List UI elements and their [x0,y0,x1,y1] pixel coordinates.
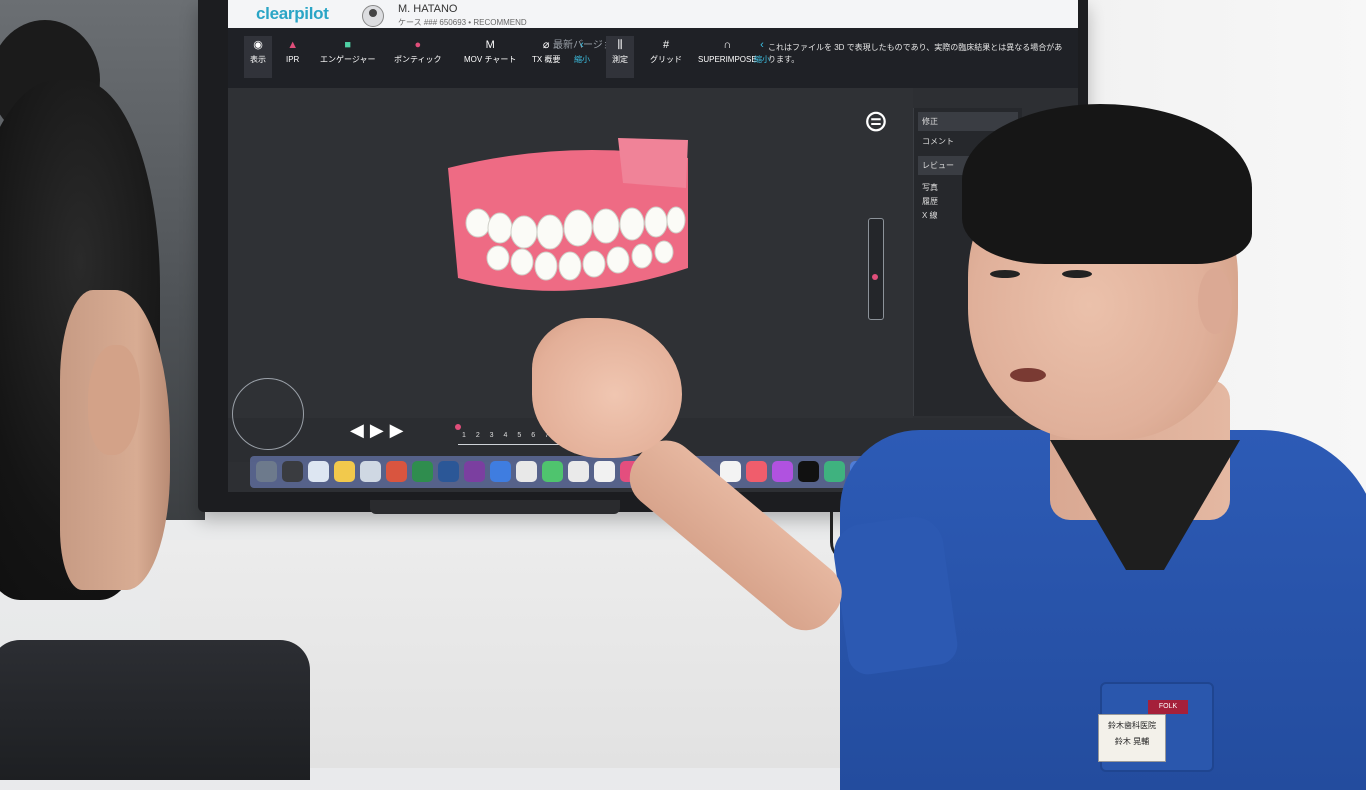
square-icon: ■ [344,39,352,51]
messages-icon[interactable] [568,461,589,482]
doctor-sleeve [830,513,960,677]
ruler-icon: ⫼ [617,39,623,51]
facetime-icon[interactable] [542,461,563,482]
zoom-knob[interactable] [872,274,878,280]
chrome-icon[interactable] [334,461,355,482]
podcasts-icon[interactable] [772,461,793,482]
preview-icon[interactable] [516,461,537,482]
zoom-icon[interactable] [490,461,511,482]
launchpad-icon[interactable] [282,461,303,482]
word-icon[interactable] [438,461,459,482]
tooth-icon: ● [414,39,422,51]
excel-icon[interactable] [412,461,433,482]
tool-label: SUPERIMPOSE [698,55,757,64]
tool-display[interactable]: ◉ 表示 [244,36,272,78]
scrubber-knob[interactable] [455,424,461,430]
tool-pontic[interactable]: ● ポンティック [394,40,442,74]
arch-icon: ∩ [723,39,732,51]
tool-label: MOV チャート [464,55,517,64]
finder-icon[interactable] [256,461,277,482]
arch-selector-icon[interactable] [232,378,304,450]
powerpoint-icon[interactable] [386,461,407,482]
onenote-icon[interactable] [464,461,485,482]
tool-label: 表示 [250,55,266,64]
tool-label: TX 概要 [532,55,561,64]
music-icon[interactable] [746,461,767,482]
observer-ear [88,345,140,455]
panel-comment[interactable]: コメント [922,136,954,147]
appletv-icon[interactable] [798,461,819,482]
tool-label: ポンティック [394,55,442,64]
triangle-icon: ▲ [287,39,299,51]
monitor-bezel-bottom [370,500,620,514]
playback-controls[interactable]: ◀▶▶ [350,420,410,441]
grid-icon: # [662,39,670,51]
tool-measure[interactable]: ⫼ 測定 [606,36,634,78]
panel-photo[interactable]: 写真 [922,182,938,193]
tool-grid[interactable]: # グリッド [650,40,682,74]
name-badge: 鈴木歯科医院 鈴木 晃輔 [1098,714,1166,762]
tool-label: グリッド [650,55,682,64]
tool-superimpose[interactable]: ∩ SUPERIMPOSE [698,40,757,74]
clip-icon: ⌀ [542,39,550,51]
doctor-eye [1062,270,1092,278]
app-header: clearpilot M. HATANO ケース ### 650693 • RE… [228,0,1078,29]
numbers-icon[interactable] [824,461,845,482]
tool-label: IPR [286,55,300,64]
orbit-control-icon[interactable]: ⊜ [856,104,896,144]
tool-ipr[interactable]: ▲ IPR [286,40,299,74]
disclaimer-notice: これはファイルを 3D で表現したものであり、実際の臨床結果とは異なる場合があり… [768,43,1063,64]
panel-xray[interactable]: X 線 [922,210,938,221]
notes-icon[interactable] [594,461,615,482]
doctor-ear [1198,268,1232,334]
pocket-brand-tag: FOLK [1148,700,1188,714]
observer-suit [0,640,310,780]
doctor-mouth [1010,368,1046,382]
tool-label: 測定 [612,55,628,64]
panel-history[interactable]: 履歴 [922,196,938,207]
user-avatar-icon[interactable] [362,5,384,27]
tool-label: 縮小 [574,55,590,64]
patient-name: M. HATANO [398,3,458,15]
badge-name: 鈴木 晃輔 [1114,737,1150,746]
chart-icon: M [485,39,495,51]
dental-model[interactable] [438,128,698,318]
app-logo: clearpilot [256,4,329,23]
badge-clinic: 鈴木歯科医院 [1108,721,1156,730]
tool-engager[interactable]: ■ エンゲージャー [320,40,375,74]
tool-mov-chart[interactable]: M MOV チャート [464,40,516,74]
zoom-slider[interactable] [868,218,884,320]
tool-tx-summary[interactable]: ⌀ TX 概要 [532,40,560,74]
tool-collapse-left[interactable]: ‹ 縮小 [574,40,590,74]
eye-icon: ◉ [253,39,263,51]
mail-icon[interactable] [360,461,381,482]
case-info: ケース ### 650693 • RECOMMEND [398,18,527,27]
chevron-left-icon: ‹ [580,39,584,51]
doctor-eye [990,270,1020,278]
tool-label: エンゲージャー [320,55,376,64]
safari-icon[interactable] [308,461,329,482]
